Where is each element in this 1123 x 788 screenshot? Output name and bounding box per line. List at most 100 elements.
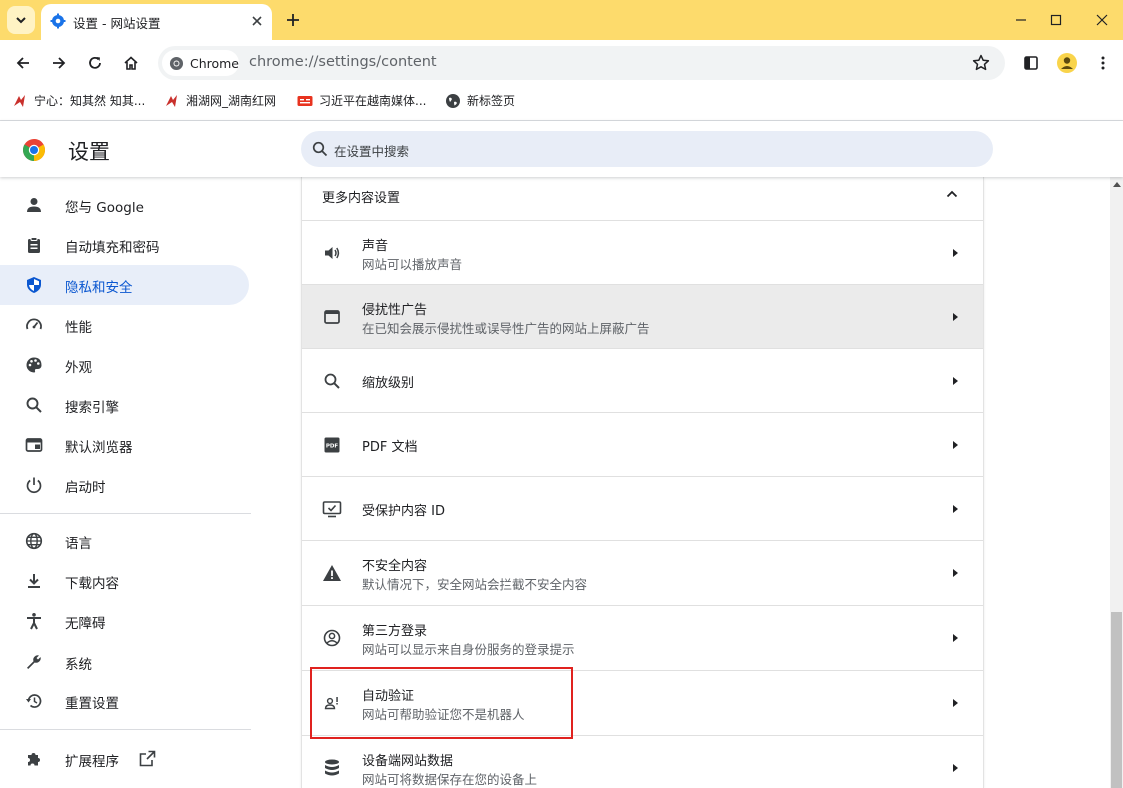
sidebar-item-default-browser[interactable]: 默认浏览器 [0,425,249,465]
sidebar-item-you-and-google[interactable]: 您与 Google [0,185,249,225]
scrollbar[interactable] [1110,177,1123,788]
sidebar-item-languages[interactable]: 语言 [0,521,249,561]
search-icon [26,397,42,413]
sidebar: 您与 Google 自动填充和密码 隐私和安全 性能 外观 搜索引擎 默认浏览器… [0,177,260,788]
row-title: 声音 [362,239,389,254]
page-title: 设置 [68,140,110,164]
sidebar-item-label: 扩展程序 [65,754,119,770]
bookmark-item[interactable]: 习近平在越南媒体... [297,92,426,109]
accessibility-icon [27,613,41,630]
setting-row-intrusive-ads[interactable]: 侵扰性广告 在已知会展示侵扰性或误导性广告的网站上屏蔽广告 [302,284,983,348]
setting-row-protected-content[interactable]: 受保护内容 ID [302,476,983,540]
sidebar-item-label: 无障碍 [65,616,106,632]
bookmark-item[interactable]: 宁心：知其然 知其... [12,92,145,109]
forward-button[interactable] [47,51,71,75]
more-content-settings-header[interactable]: 更多内容设置 [302,177,983,221]
bookmark-label: 习近平在越南媒体... [319,94,427,108]
arrow-right-icon [953,505,958,513]
new-tab-icon[interactable] [283,10,303,30]
setting-row-sound[interactable]: 声音 网站可以播放声音 [302,220,983,284]
minimize-icon [1016,19,1026,21]
sidebar-item-label: 系统 [65,657,92,673]
sidebar-item-autofill[interactable]: 自动填充和密码 [0,225,249,265]
row-title: 第三方登录 [362,624,428,639]
profile-button[interactable] [1055,51,1079,75]
back-button[interactable] [11,51,35,75]
search-placeholder: 在设置中搜索 [334,144,410,159]
sidebar-item-label: 启动时 [65,480,106,496]
sidebar-item-extensions[interactable]: 扩展程序 [0,739,249,779]
browser-icon [25,438,43,452]
setting-row-third-party-sign-in[interactable]: 第三方登录 网站可以显示来自身份服务的登录提示 [302,605,983,669]
bookmark-item[interactable]: 新标签页 [445,92,515,109]
sidebar-item-reset[interactable]: 重置设置 [0,681,249,721]
scroll-up-arrow-icon[interactable] [1113,181,1121,187]
row-title: 受保护内容 ID [362,504,445,519]
setting-row-pdf-documents[interactable]: PDF PDF 文档 [302,412,983,476]
setting-row-on-device-site-data[interactable]: 设备端网站数据 网站可将数据保存在您的设备上 [302,735,983,788]
address-bar[interactable]: Chrome chrome://settings/content [158,46,1005,80]
bookmark-label: 宁心：知其然 知其... [34,94,146,108]
row-title: 设备端网站数据 [362,754,454,769]
search-icon [312,141,328,157]
menu-button[interactable] [1091,51,1115,75]
close-icon[interactable] [249,13,265,29]
sidebar-item-on-startup[interactable]: 启动时 [0,465,249,505]
active-tab[interactable]: 设置 - 网站设置 [41,4,272,40]
side-panel-button[interactable] [1019,51,1043,75]
speedometer-icon [26,318,42,330]
minimize-button[interactable] [1006,6,1036,34]
sidebar-item-label: 默认浏览器 [65,440,133,456]
sidebar-item-accessibility[interactable]: 无障碍 [0,601,249,641]
sidebar-item-label: 语言 [65,536,92,552]
sidebar-item-downloads[interactable]: 下载内容 [0,561,249,601]
account-circle-icon [322,628,342,648]
setting-row-insecure-content[interactable]: 不安全内容 默认情况下，安全网站会拦截不安全内容 [302,540,983,604]
maximize-button[interactable] [1041,6,1071,34]
settings-search-input[interactable]: 在设置中搜索 [301,131,993,167]
url-host: settings [318,54,377,70]
sidebar-item-performance[interactable]: 性能 [0,305,249,345]
sidebar-item-label: 重置设置 [65,696,119,712]
site-info-chip[interactable]: Chrome [162,50,239,76]
search-icon [322,371,342,391]
tab-search-button[interactable] [7,6,35,34]
reset-icon [26,694,42,708]
home-button[interactable] [119,51,143,75]
bookmarks-bar: 宁心：知其然 知其... 湘湖网_湖南红网 习近平在越南媒体... 新标签页 [0,86,1123,116]
settings-header: 设置 在设置中搜索 [0,121,1123,177]
person-icon [27,198,41,212]
bookmark-label: 新标签页 [467,94,516,108]
url-scheme: chrome:// [249,54,319,70]
url-text[interactable]: chrome://settings/content [249,54,437,70]
svg-text:PDF: PDF [326,444,339,450]
scrollbar-thumb[interactable] [1111,612,1122,788]
open-in-new-icon [139,750,156,767]
kebab-menu-icon [1101,56,1105,70]
sidebar-item-label: 您与 Google [65,200,144,216]
url-path: /content [376,54,437,70]
wrench-icon [27,655,41,669]
chevron-down-icon [16,17,26,24]
chevron-up-icon[interactable] [944,186,960,202]
row-title: 缩放级别 [362,376,415,391]
database-icon [322,758,342,778]
section-title: 更多内容设置 [322,191,401,206]
clipboard-icon [28,237,40,253]
setting-row-zoom-levels[interactable]: 缩放级别 [302,348,983,412]
sidebar-item-privacy[interactable]: 隐私和安全 [0,265,249,305]
sidebar-item-label: 外观 [65,360,92,376]
window-icon [322,307,342,327]
close-window-button[interactable] [1087,6,1117,34]
sidebar-item-system[interactable]: 系统 [0,642,249,682]
sidebar-item-label: 搜索引擎 [65,400,119,416]
monitor-check-icon [322,499,342,519]
sidebar-item-search-engine[interactable]: 搜索引擎 [0,385,249,425]
sidebar-item-appearance[interactable]: 外观 [0,345,249,385]
bookmark-item[interactable]: 湘湖网_湖南红网 [164,92,276,109]
row-subtitle: 网站可以播放声音 [362,257,463,272]
row-title: PDF 文档 [362,440,418,455]
bookmark-star-icon[interactable] [971,53,991,73]
reload-button[interactable] [83,51,107,75]
red-bookmark-icon [12,93,28,109]
